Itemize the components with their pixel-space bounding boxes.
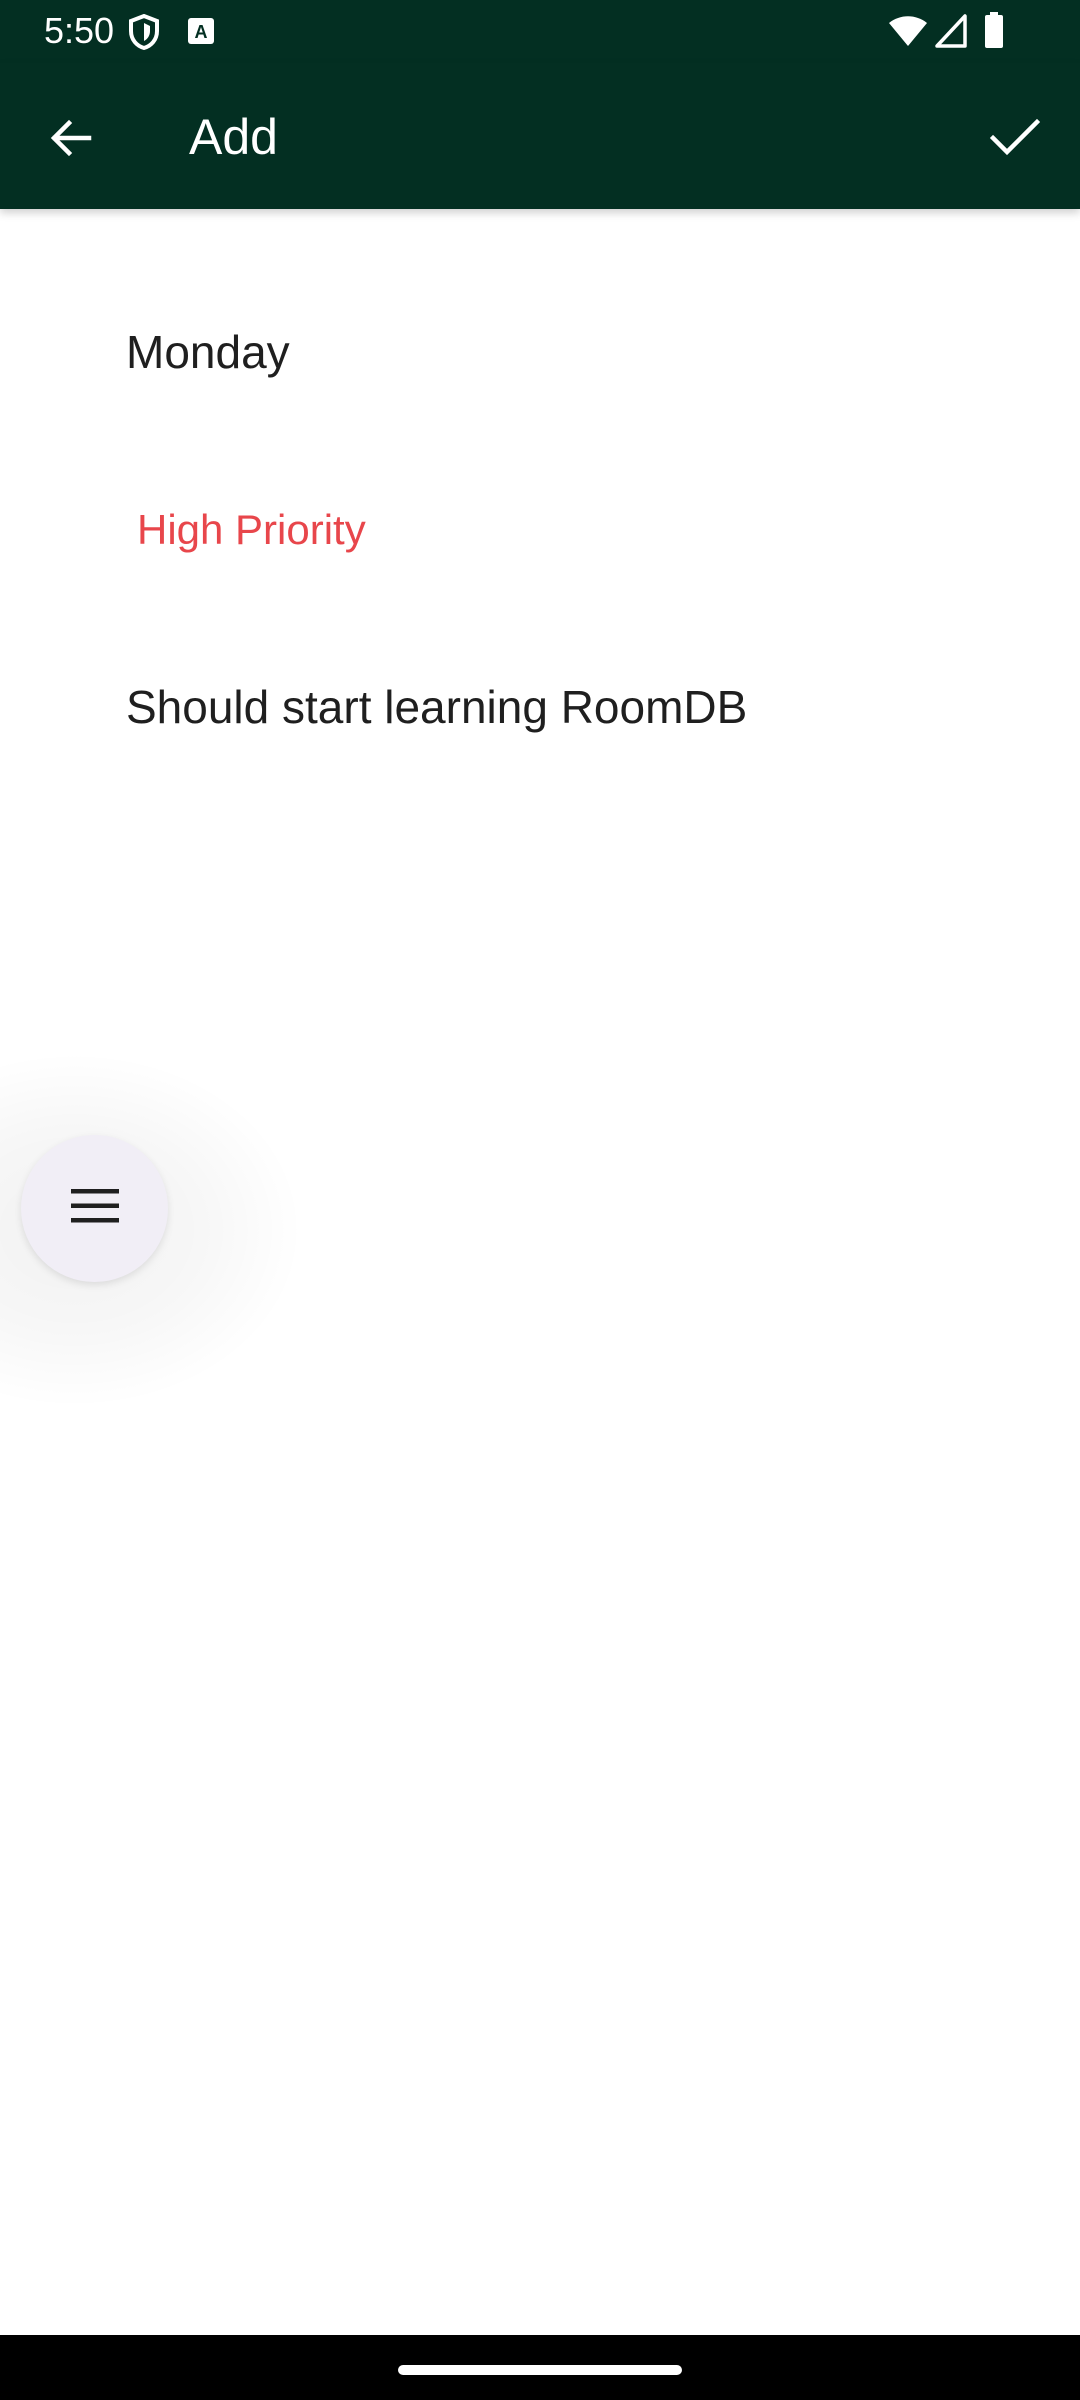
navigation-bar bbox=[0, 2335, 1080, 2400]
keyboard-a-icon: A bbox=[188, 18, 214, 49]
home-handle[interactable] bbox=[398, 2365, 682, 2375]
status-time: 5:50 bbox=[44, 10, 115, 51]
add-screen: 5:50 A Add Monday High Priority Should s… bbox=[0, 0, 1080, 2400]
back-button[interactable] bbox=[28, 98, 112, 182]
svg-text:A: A bbox=[195, 22, 208, 42]
shield-icon bbox=[128, 13, 160, 55]
page-title: Add bbox=[189, 109, 278, 165]
menu-button[interactable] bbox=[21, 1135, 168, 1282]
save-button[interactable] bbox=[970, 95, 1060, 185]
signal-icon bbox=[935, 14, 967, 53]
battery-icon bbox=[985, 12, 1003, 53]
day-field[interactable]: Monday bbox=[126, 320, 290, 384]
arrow-back-icon bbox=[47, 115, 93, 166]
check-icon bbox=[989, 118, 1041, 163]
status-bar: 5:50 A bbox=[0, 0, 1080, 63]
app-bar: Add bbox=[0, 63, 1080, 209]
menu-icon bbox=[70, 1189, 119, 1228]
note-field[interactable]: Should start learning RoomDB bbox=[126, 675, 747, 739]
wifi-icon bbox=[888, 14, 928, 53]
priority-field[interactable]: High Priority bbox=[137, 500, 366, 560]
